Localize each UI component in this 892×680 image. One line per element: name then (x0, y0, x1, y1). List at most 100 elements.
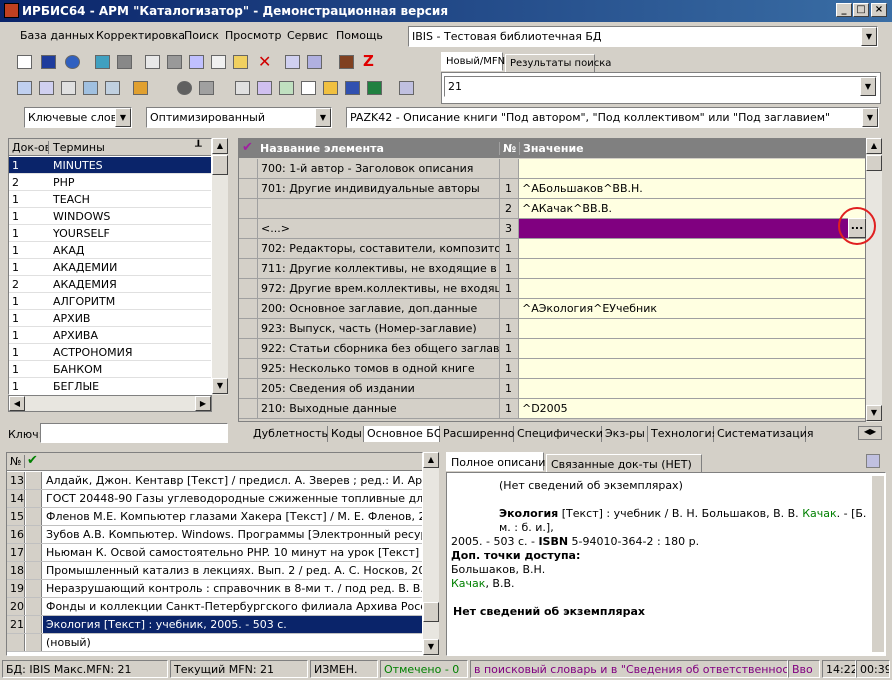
editor-row[interactable]: 711: Другие коллективы, не входящие в за… (239, 259, 865, 279)
record-mark[interactable] (26, 562, 42, 579)
tab-editor-3[interactable]: Расширенное (440, 426, 521, 442)
open-folder-button[interactable] (320, 78, 341, 98)
record-row[interactable]: 20 Фонды и коллекции Санкт-Петербургского… (7, 598, 422, 616)
record-row[interactable]: 16 Зубов А.В. Компьютер. Windows. Програм… (7, 526, 422, 544)
dictionary-row[interactable]: 2 АКАДЕМИЯ (9, 276, 211, 293)
dictionary-hscrollbar[interactable]: ◀ ▶ (8, 395, 212, 412)
minimize-button[interactable]: _ (836, 3, 852, 17)
dictionary-row[interactable]: 1 АЛГОРИТМ (9, 293, 211, 310)
editor-row[interactable]: 200: Основное заглавие, доп.данные ^AЭкол… (239, 299, 865, 319)
editor-row[interactable]: 701: Другие индивидуальные авторы 1 ^AБоль… (239, 179, 865, 199)
view-button[interactable] (174, 78, 195, 98)
menu-help[interactable]: Помощь (336, 29, 383, 42)
scroll-down-icon[interactable]: ▼ (423, 639, 439, 655)
editor-row[interactable]: 700: 1-й автор - Заголовок описания (239, 159, 865, 179)
tab-linked-docs[interactable]: Связанные док-ты (НЕТ) (546, 454, 702, 473)
worksheet-select[interactable]: PAZK42 - Описание книги "Под автором", "… (346, 107, 879, 128)
tab-editor-6[interactable]: Технология (648, 426, 718, 442)
printer-icon[interactable] (866, 454, 880, 468)
search-mode-select[interactable]: Ключевые слова ▼ (24, 107, 132, 128)
maximize-button[interactable]: □ (853, 3, 869, 17)
editor-row[interactable]: 210: Выходные данные 1 ^D2005 (239, 399, 865, 419)
editor-scrollbar[interactable]: ▲ ▼ (866, 138, 882, 422)
editor-value-field[interactable]: ^D2005 (519, 399, 865, 418)
dictionary-row[interactable]: 1 БЕГЛЫЕ (9, 378, 211, 394)
record-row[interactable]: 18 Промышленный катализ в лекциях. Вып. 2… (7, 562, 422, 580)
editor-value-field[interactable] (519, 259, 865, 278)
dictionary-row[interactable]: 2 PHP (9, 174, 211, 191)
dictionary-row[interactable]: 1 АРХИВ (9, 310, 211, 327)
record-mark[interactable] (26, 508, 42, 525)
scroll-left-icon[interactable]: ◀ (9, 396, 25, 411)
menu-search[interactable]: Поиск (184, 29, 219, 42)
record-mark[interactable] (26, 472, 42, 489)
scroll-thumb[interactable] (212, 155, 228, 175)
delete-button[interactable]: ✕ (254, 52, 275, 72)
editor-value-field[interactable]: ^AЭкология^EУчебник (519, 299, 865, 318)
menu-database[interactable]: База данных (20, 29, 94, 42)
tab-editor-4[interactable]: Специфические (514, 426, 610, 442)
editor-row[interactable]: 925: Несколько томов в одной книге 1 (239, 359, 865, 379)
header-doc-count[interactable]: Док-ов (9, 141, 49, 154)
scroll-down-icon[interactable]: ▼ (212, 378, 228, 394)
pin-icon[interactable]: ┸ (195, 140, 202, 153)
scroll-up-icon[interactable]: ▲ (212, 138, 228, 154)
lock-button[interactable] (282, 52, 303, 72)
scroll-thumb[interactable] (423, 602, 439, 622)
filter-button[interactable] (102, 78, 123, 98)
editor-row[interactable]: 923: Выпуск, часть (Номер-заглавие) 1 (239, 319, 865, 339)
close-button[interactable]: × (871, 3, 887, 17)
report-button[interactable] (276, 78, 297, 98)
print-record-button[interactable] (304, 52, 325, 72)
export-button[interactable] (130, 78, 151, 98)
print-button[interactable] (232, 78, 253, 98)
new-record-button[interactable] (14, 52, 35, 72)
access-author-2-link[interactable]: Качак (451, 577, 485, 590)
editor-value-field[interactable] (519, 159, 865, 178)
record-mark[interactable] (26, 616, 42, 633)
editor-row[interactable]: 702: Редакторы, составители, композиторы… (239, 239, 865, 259)
editor-value-field[interactable]: ^AКачак^BВ.В. (519, 199, 865, 218)
dictionary-scrollbar[interactable]: ▲ ▼ (212, 138, 228, 395)
editor-value-field[interactable] (519, 279, 865, 298)
scroll-up-icon[interactable]: ▲ (866, 138, 882, 154)
tab-editor-7[interactable]: Систематизация (714, 426, 814, 442)
search-button[interactable] (14, 78, 35, 98)
tools-button[interactable] (336, 52, 357, 72)
edit-button[interactable] (230, 52, 251, 72)
grid-button[interactable] (164, 52, 185, 72)
scroll-up-icon[interactable]: ▲ (423, 452, 439, 468)
database-select[interactable]: IBIS - Тестовая библиотечная БД ▼ (408, 26, 878, 47)
copy-button[interactable] (142, 52, 163, 72)
record-mark[interactable] (26, 490, 42, 507)
tab-editor-2[interactable]: Основное БО (364, 426, 443, 442)
dictionary-row[interactable]: 1 MINUTES (9, 157, 211, 174)
editor-row[interactable]: <...> 3 (239, 219, 865, 239)
excel-export-button[interactable] (364, 78, 385, 98)
editor-value-field[interactable] (519, 239, 865, 258)
pages-button[interactable] (298, 78, 319, 98)
scroll-right-icon[interactable]: ▶ (195, 396, 211, 411)
record-mark[interactable] (26, 544, 42, 561)
record-row[interactable]: 17 Ньюман К. Освой самостоятельно PHP. 10… (7, 544, 422, 562)
tab-editor-0[interactable]: Дублетность (250, 426, 328, 442)
optimization-select[interactable]: Оптимизированный ▼ (146, 107, 332, 128)
editor-row[interactable]: 205: Сведения об издании 1 (239, 379, 865, 399)
editor-row[interactable]: 2 ^AКачак^BВ.В. (239, 199, 865, 219)
folder-button[interactable] (196, 78, 217, 98)
record-row[interactable]: 13 Алдайк, Джон. Кентавр [Текст] / предис… (7, 472, 422, 490)
undo-button[interactable] (62, 52, 83, 72)
z3950-button[interactable]: Z (358, 52, 379, 72)
import-button[interactable] (186, 52, 207, 72)
editor-value-field[interactable] (519, 319, 865, 338)
dictionary-row[interactable]: 1 TEACH (9, 191, 211, 208)
next-record-button[interactable] (114, 52, 135, 72)
editor-value-field[interactable]: ^AБольшаков^BВ.Н. (519, 179, 865, 198)
dictionary-row[interactable]: 1 БАНКОМ (9, 361, 211, 378)
record-row[interactable]: 21 Экология [Текст] : учебник, 2005. - 50… (7, 616, 422, 634)
save-button[interactable] (38, 52, 59, 72)
scroll-thumb[interactable] (866, 155, 882, 171)
word-export-button[interactable] (342, 78, 363, 98)
record-mark[interactable] (26, 634, 42, 651)
editor-row[interactable]: 922: Статьи сборника без общего заглавия… (239, 339, 865, 359)
